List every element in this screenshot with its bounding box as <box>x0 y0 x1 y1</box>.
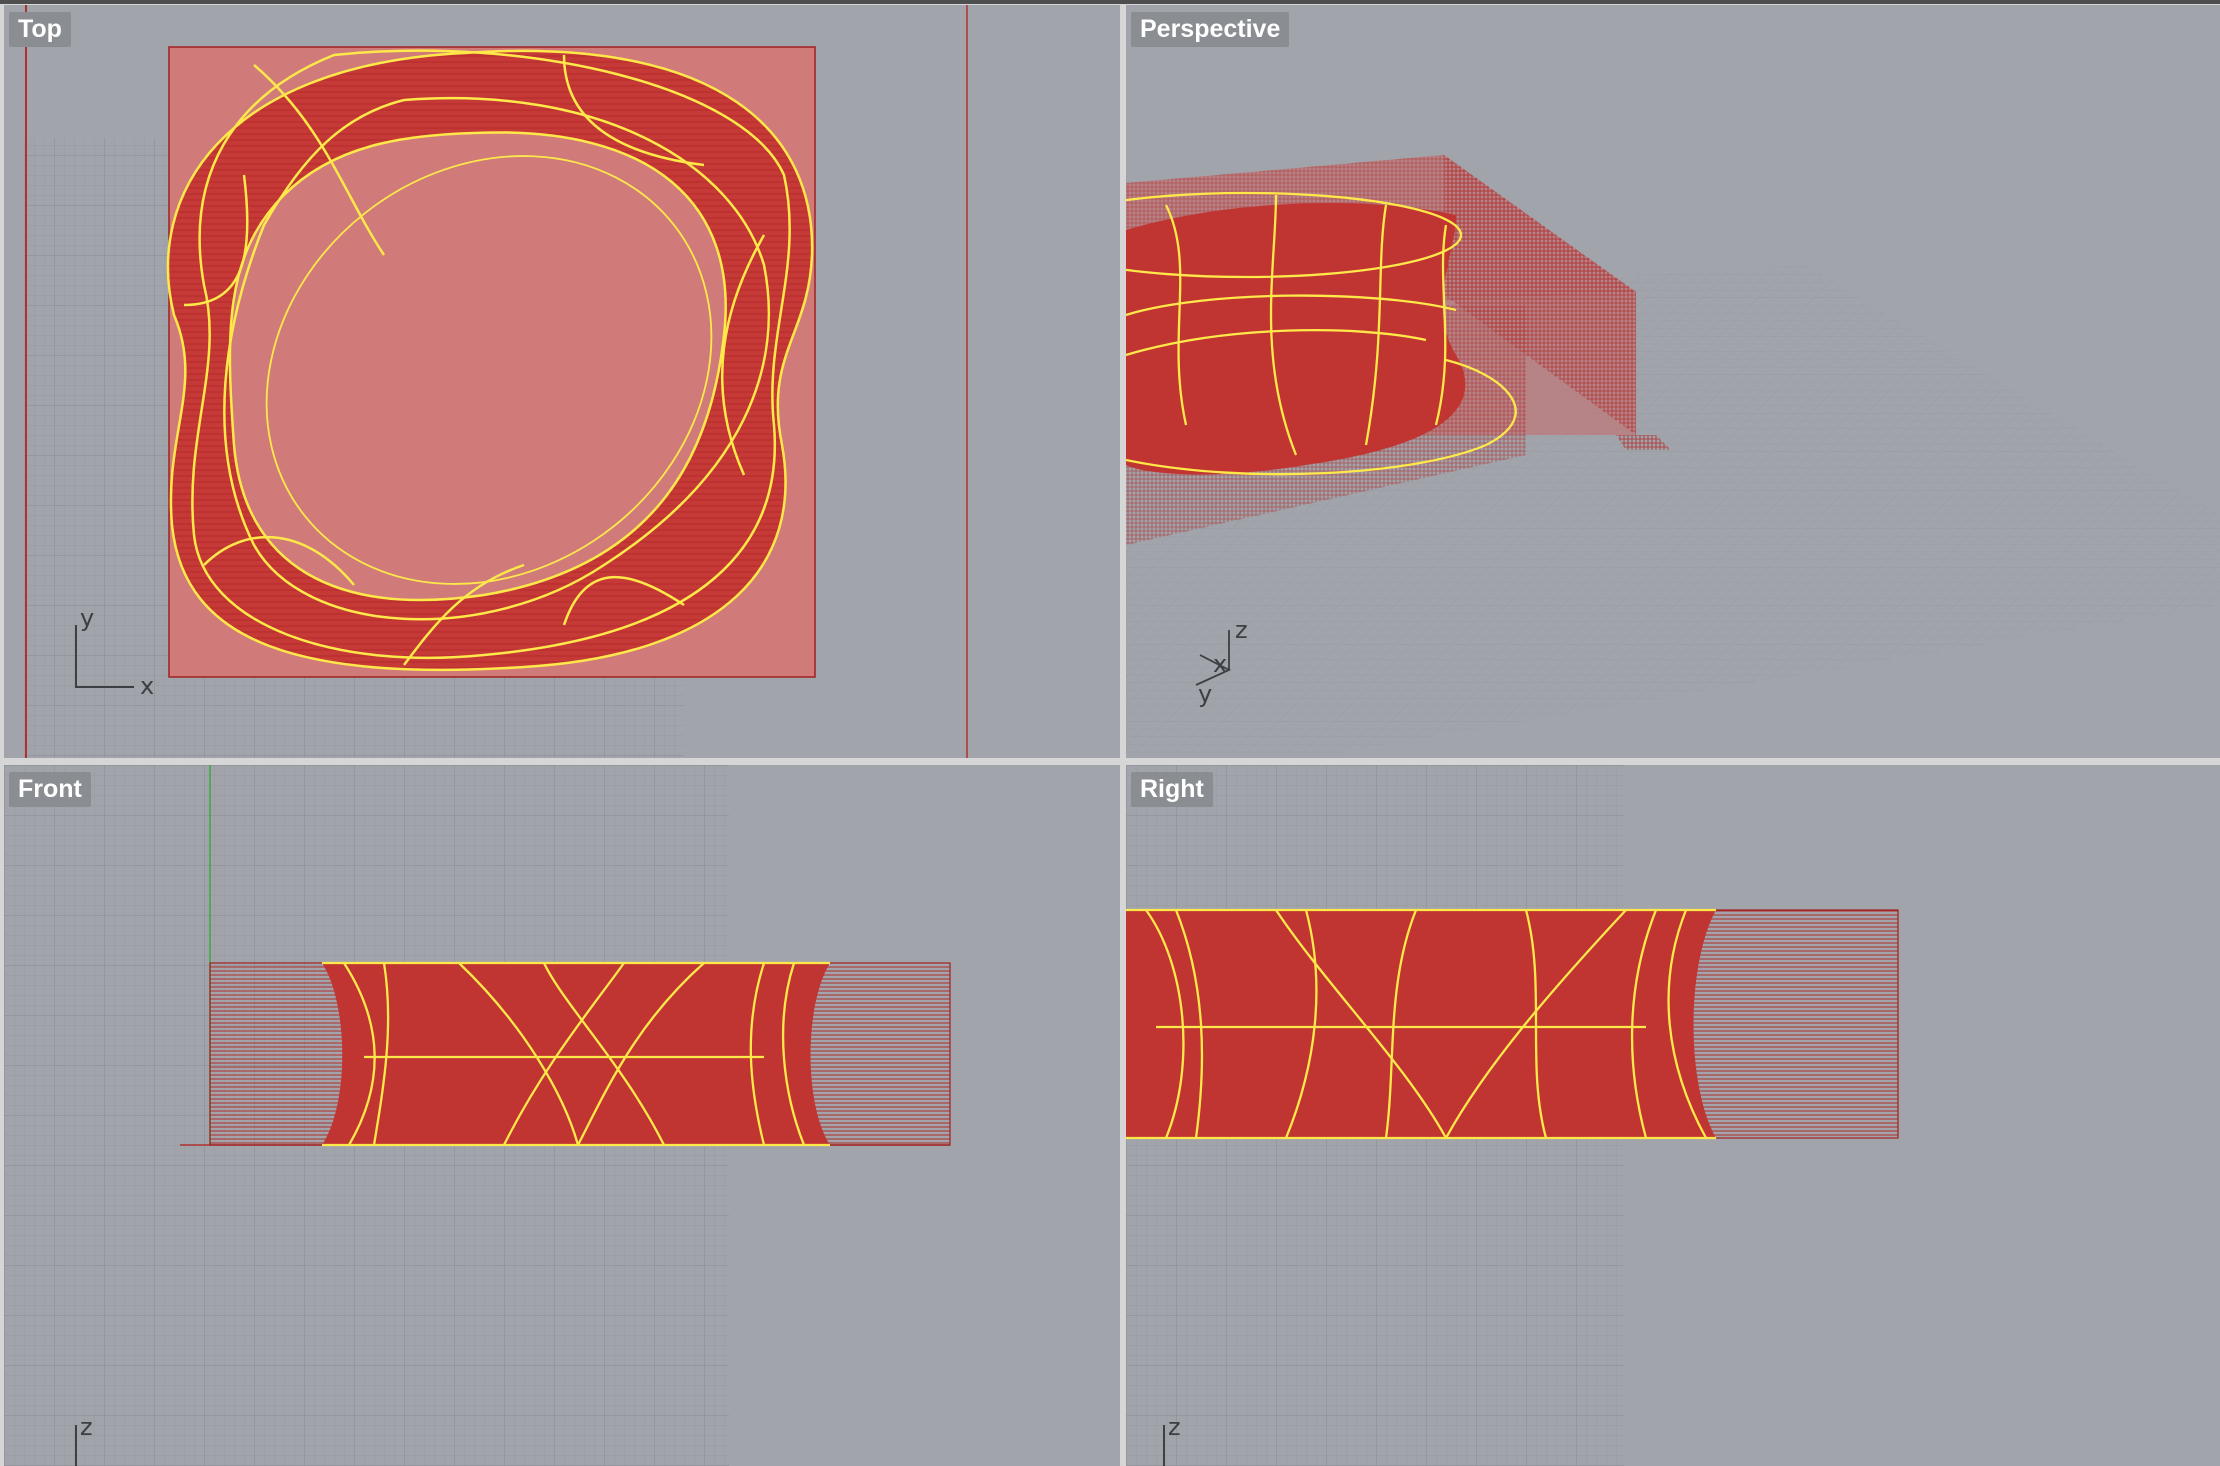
front-view-canvas[interactable]: z <box>4 765 1120 1466</box>
ring-object-front[interactable] <box>322 963 830 1145</box>
window-top-bar <box>0 0 2220 4</box>
axis-label-y: y <box>80 604 94 632</box>
axis-label-y: y <box>1198 680 1212 708</box>
axis-label-z: z <box>80 1413 93 1441</box>
axis-label-z: z <box>1168 1413 1181 1441</box>
viewport-title-perspective[interactable]: Perspective <box>1131 12 1290 47</box>
ring-object-right[interactable] <box>1126 910 1716 1138</box>
axis-label-z: z <box>1235 616 1248 644</box>
viewport-title-right[interactable]: Right <box>1131 772 1213 807</box>
viewport-perspective[interactable]: y x z Perspective <box>1126 5 2220 758</box>
viewport-title-front[interactable]: Front <box>9 772 91 807</box>
viewport-title-top[interactable]: Top <box>9 12 71 47</box>
viewport-front[interactable]: z Front <box>4 765 1120 1466</box>
right-view-canvas[interactable]: z <box>1126 765 2220 1466</box>
viewport-right[interactable]: z Right <box>1126 765 2220 1466</box>
axis-label-x: x <box>140 672 154 700</box>
top-view-canvas[interactable]: y x <box>4 5 1120 758</box>
perspective-view-canvas[interactable]: y x z <box>1126 5 2220 758</box>
viewport-top[interactable]: y x Top <box>4 5 1120 758</box>
axis-label-x: x <box>1213 650 1227 678</box>
